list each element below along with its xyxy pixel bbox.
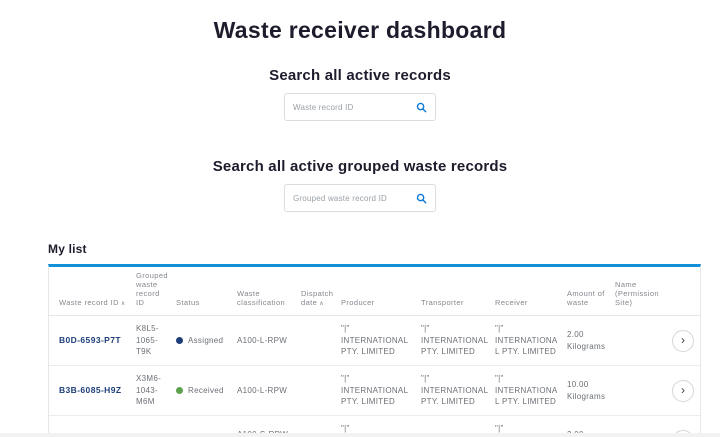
- waste-record-id-cell: B3B-6085-H9Z: [49, 384, 136, 397]
- amount-value: 10.00: [567, 379, 589, 389]
- amount-cell: 10.00 Kilograms: [567, 379, 615, 402]
- transporter-cell: "|" INTERNATIONAL PTY. LIMITED: [421, 324, 489, 357]
- grouped-id-cell: X3M6-1043-M6M: [136, 374, 162, 407]
- sort-asc-icon: ∧: [319, 301, 324, 307]
- actions-cell: ›: [669, 329, 702, 352]
- column-header-producer: Producer: [341, 298, 375, 307]
- waste-receiver-dashboard-page: Waste receiver dashboard Search all acti…: [0, 0, 720, 437]
- transporter-cell: "|" INTERNATIONAL PTY. LIMITED: [421, 374, 489, 407]
- search-icon: [416, 193, 427, 204]
- search-icon: [416, 102, 427, 113]
- table-header-row: Waste record ID ∧ Grouped waste record ID…: [49, 267, 700, 316]
- waste-record-id-cell: B0D-6593-P7T: [49, 334, 136, 347]
- my-list-heading: My list: [48, 242, 87, 256]
- waste-record-id-link[interactable]: B3B-6085-H9Z: [59, 385, 121, 395]
- grouped-record-search-box: [284, 184, 436, 212]
- column-header-permission-site: Name (Permission Site): [615, 280, 659, 307]
- amount-unit: Kilograms: [567, 391, 606, 401]
- receiver-cell: "|" INTERNATIONAL PTY. LIMITED: [495, 374, 558, 407]
- grouped-record-search-button[interactable]: [412, 193, 427, 204]
- column-header-actions: [669, 307, 702, 315]
- amount-cell: 2.00 Kilograms: [567, 329, 615, 352]
- status-cell: Assigned: [176, 335, 237, 347]
- column-header-waste-classification: Waste classification: [237, 289, 286, 307]
- waste-record-search-input[interactable]: [293, 102, 412, 112]
- sort-asc-icon: ∧: [120, 301, 126, 307]
- column-header-grouped-waste-record-id: Grouped waste record ID: [136, 271, 168, 307]
- grouped-record-search-input[interactable]: [293, 193, 412, 203]
- column-header-transporter: Transporter: [421, 298, 464, 307]
- waste-record-search-box: [284, 93, 436, 121]
- amount-unit: Kilograms: [567, 341, 606, 351]
- status-dot-received: [176, 387, 183, 394]
- grouped-id-cell: K8L5-1065-T9K: [136, 324, 159, 357]
- column-header-dispatch-date[interactable]: Dispatch date ∧: [301, 289, 341, 315]
- status-cell: Received: [176, 385, 237, 397]
- column-header-status: Status: [176, 298, 200, 307]
- producer-cell: "|" INTERNATIONAL PTY. LIMITED: [341, 324, 409, 357]
- producer-cell: "|" INTERNATIONAL PTY. LIMITED: [341, 374, 409, 407]
- classification-cell: A100-L-RPW: [237, 335, 288, 345]
- waste-record-search-button[interactable]: [412, 102, 427, 113]
- column-header-receiver: Receiver: [495, 298, 528, 307]
- records-table: Waste record ID ∧ Grouped waste record ID…: [48, 264, 701, 437]
- table-row: B3B-6085-H9Z X3M6-1043-M6M Received A100…: [49, 366, 700, 416]
- status-label: Assigned: [188, 335, 224, 345]
- search-grouped-heading: Search all active grouped waste records: [212, 158, 508, 175]
- open-record-button[interactable]: ›: [671, 329, 694, 352]
- page-title: Waste receiver dashboard: [213, 17, 507, 43]
- column-header-amount-of-waste: Amount of waste: [567, 289, 605, 307]
- table-row: B0D-6593-P7T K8L5-1065-T9K Assigned A100…: [49, 316, 700, 366]
- search-records-heading: Search all active records: [269, 67, 451, 84]
- waste-record-id-link[interactable]: B0D-6593-P7T: [59, 335, 121, 345]
- actions-cell: ›: [669, 379, 702, 402]
- page-background-strip: [0, 433, 720, 437]
- amount-value: 2.00: [567, 329, 584, 339]
- status-dot-assigned: [176, 337, 183, 344]
- open-record-button[interactable]: ›: [671, 379, 694, 402]
- status-label: Received: [188, 385, 224, 395]
- chevron-right-icon: ›: [681, 333, 685, 347]
- receiver-cell: "|" INTERNATIONAL PTY. LIMITED: [495, 324, 558, 357]
- classification-cell: A100-L-RPW: [237, 385, 288, 395]
- chevron-right-icon: ›: [681, 383, 685, 397]
- column-header-waste-record-id[interactable]: Waste record ID ∧: [49, 298, 136, 315]
